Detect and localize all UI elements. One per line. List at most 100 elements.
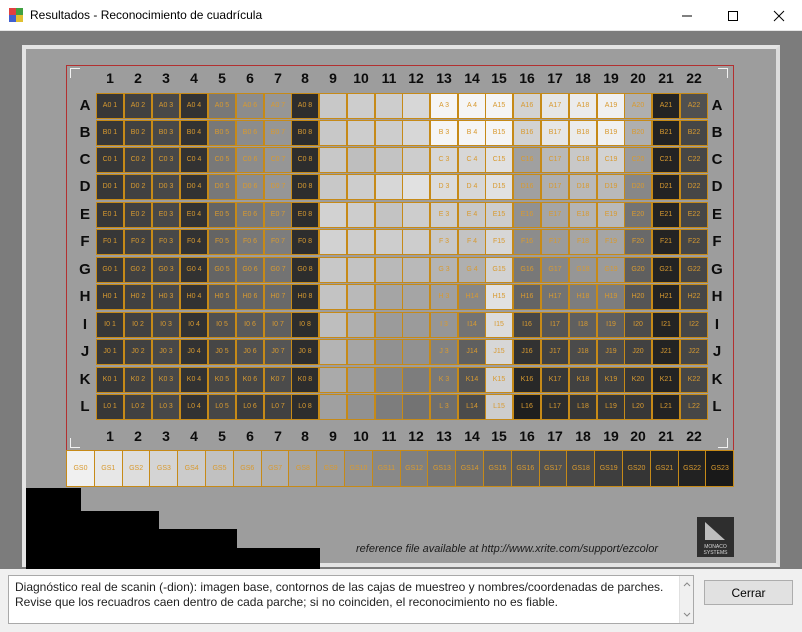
column-number-top: 13 xyxy=(436,70,452,86)
patch-box: E0 8 xyxy=(291,202,319,228)
scan-image: 1 1 2 2 3 3 4 4 5 5 6 6 7 7 8 8 9 9 10 10 11 11 12 12 13 13 14 14 15… xyxy=(0,0,802,600)
patch-box: L0 5 xyxy=(208,394,236,420)
column-number-bottom: 10 xyxy=(353,428,369,444)
patch-box: H15 xyxy=(485,284,513,310)
patch-box: L0 3 xyxy=(152,394,180,420)
patch-box: E0 7 xyxy=(264,202,292,228)
patch-box: K0 8 xyxy=(291,367,319,393)
patch-box: C18 xyxy=(569,147,597,173)
patch-box: L15 xyxy=(485,394,513,420)
patch-box xyxy=(375,93,403,119)
patch-box: J18 xyxy=(569,339,597,365)
patch-box: K0 3 xyxy=(152,367,180,393)
patch-box: A 4 xyxy=(458,93,486,119)
patch-box: H0 8 xyxy=(291,284,319,310)
row-letter-left: J xyxy=(80,343,90,360)
patch-box: L19 xyxy=(597,394,625,420)
patch-box: I14 xyxy=(458,312,486,338)
patch-box: G22 xyxy=(680,257,708,283)
grayscale-patch: GS20 xyxy=(622,450,651,487)
patch-box: B0 6 xyxy=(236,120,264,146)
patch-box: E15 xyxy=(485,202,513,228)
column-number-bottom: 8 xyxy=(301,428,309,444)
row-letter-left: K xyxy=(79,371,91,388)
diagnostic-scrollbar[interactable] xyxy=(679,576,693,623)
row-letter-left: D xyxy=(79,178,91,195)
patch-box: H0 6 xyxy=(236,284,264,310)
patch-box xyxy=(402,147,430,173)
patch-box xyxy=(375,202,403,228)
patch-box: I16 xyxy=(513,312,541,338)
patch-box: J0 6 xyxy=(236,339,264,365)
patch-box xyxy=(347,147,375,173)
patch-box: K0 2 xyxy=(124,367,152,393)
patch-box: F0 3 xyxy=(152,229,180,255)
diagnostic-line-1: Diagnóstico real de scanin (-dion): imag… xyxy=(15,580,664,594)
corner-marker-top-left xyxy=(70,68,80,78)
grayscale-patch: GS19 xyxy=(594,450,624,487)
patch-box: I0 2 xyxy=(124,312,152,338)
patch-box: C0 7 xyxy=(264,147,292,173)
patch-box xyxy=(375,367,403,393)
patch-box xyxy=(319,174,347,200)
patch-box: D18 xyxy=(569,174,597,200)
patch-box: L20 xyxy=(624,394,652,420)
close-button[interactable]: Cerrar xyxy=(704,580,793,605)
column-number-top: 8 xyxy=(301,70,309,86)
column-number-top: 20 xyxy=(630,70,646,86)
patch-box: C0 1 xyxy=(96,147,124,173)
patch-box: K20 xyxy=(624,367,652,393)
column-number-bottom: 22 xyxy=(686,428,702,444)
patch-box: A0 1 xyxy=(96,93,124,119)
column-number-bottom: 4 xyxy=(190,428,198,444)
patch-box: G0 5 xyxy=(208,257,236,283)
grayscale-patch: GS23 xyxy=(705,450,735,487)
patch-box: F21 xyxy=(652,229,680,255)
patch-box: I0 4 xyxy=(180,312,208,338)
patch-box: F0 8 xyxy=(291,229,319,255)
row-letter-left: C xyxy=(79,151,91,168)
patch-box xyxy=(347,394,375,420)
patch-box: J0 3 xyxy=(152,339,180,365)
patch-box: J21 xyxy=(652,339,680,365)
patch-box: G0 3 xyxy=(152,257,180,283)
patch-box: A20 xyxy=(624,93,652,119)
patch-box: A17 xyxy=(541,93,569,119)
column-number-top: 12 xyxy=(408,70,424,86)
row-letter-right: G xyxy=(711,261,723,278)
column-number-top: 21 xyxy=(658,70,674,86)
scroll-up-icon[interactable] xyxy=(680,578,694,590)
patch-box: G 3 xyxy=(430,257,458,283)
patch-box: L 3 xyxy=(430,394,458,420)
scroll-down-icon[interactable] xyxy=(680,609,694,621)
row-letter-left: A xyxy=(79,97,91,114)
patch-box: B0 4 xyxy=(180,120,208,146)
patch-box xyxy=(375,339,403,365)
row-letter-right: D xyxy=(711,178,723,195)
patch-box: H21 xyxy=(652,284,680,310)
patch-box: K19 xyxy=(597,367,625,393)
patch-box: F15 xyxy=(485,229,513,255)
patch-box xyxy=(402,257,430,283)
diagnostic-text-box[interactable]: Diagnóstico real de scanin (-dion): imag… xyxy=(8,575,694,624)
mask-block xyxy=(26,488,81,570)
patch-box: G15 xyxy=(485,257,513,283)
patch-box: D0 8 xyxy=(291,174,319,200)
patch-box xyxy=(402,93,430,119)
patch-box: G19 xyxy=(597,257,625,283)
column-number-bottom: 15 xyxy=(491,428,507,444)
patch-box: G 4 xyxy=(458,257,486,283)
patch-box: D0 3 xyxy=(152,174,180,200)
row-letter-right: B xyxy=(711,124,723,141)
patch-box: I22 xyxy=(680,312,708,338)
patch-box: I0 3 xyxy=(152,312,180,338)
patch-box: E0 3 xyxy=(152,202,180,228)
patch-box: C0 5 xyxy=(208,147,236,173)
grayscale-patch: GS3 xyxy=(149,450,179,487)
patch-box xyxy=(319,202,347,228)
patch-box: B22 xyxy=(680,120,708,146)
column-number-top: 18 xyxy=(575,70,591,86)
column-number-top: 11 xyxy=(381,70,397,86)
patch-box: E 4 xyxy=(458,202,486,228)
patch-box xyxy=(402,284,430,310)
